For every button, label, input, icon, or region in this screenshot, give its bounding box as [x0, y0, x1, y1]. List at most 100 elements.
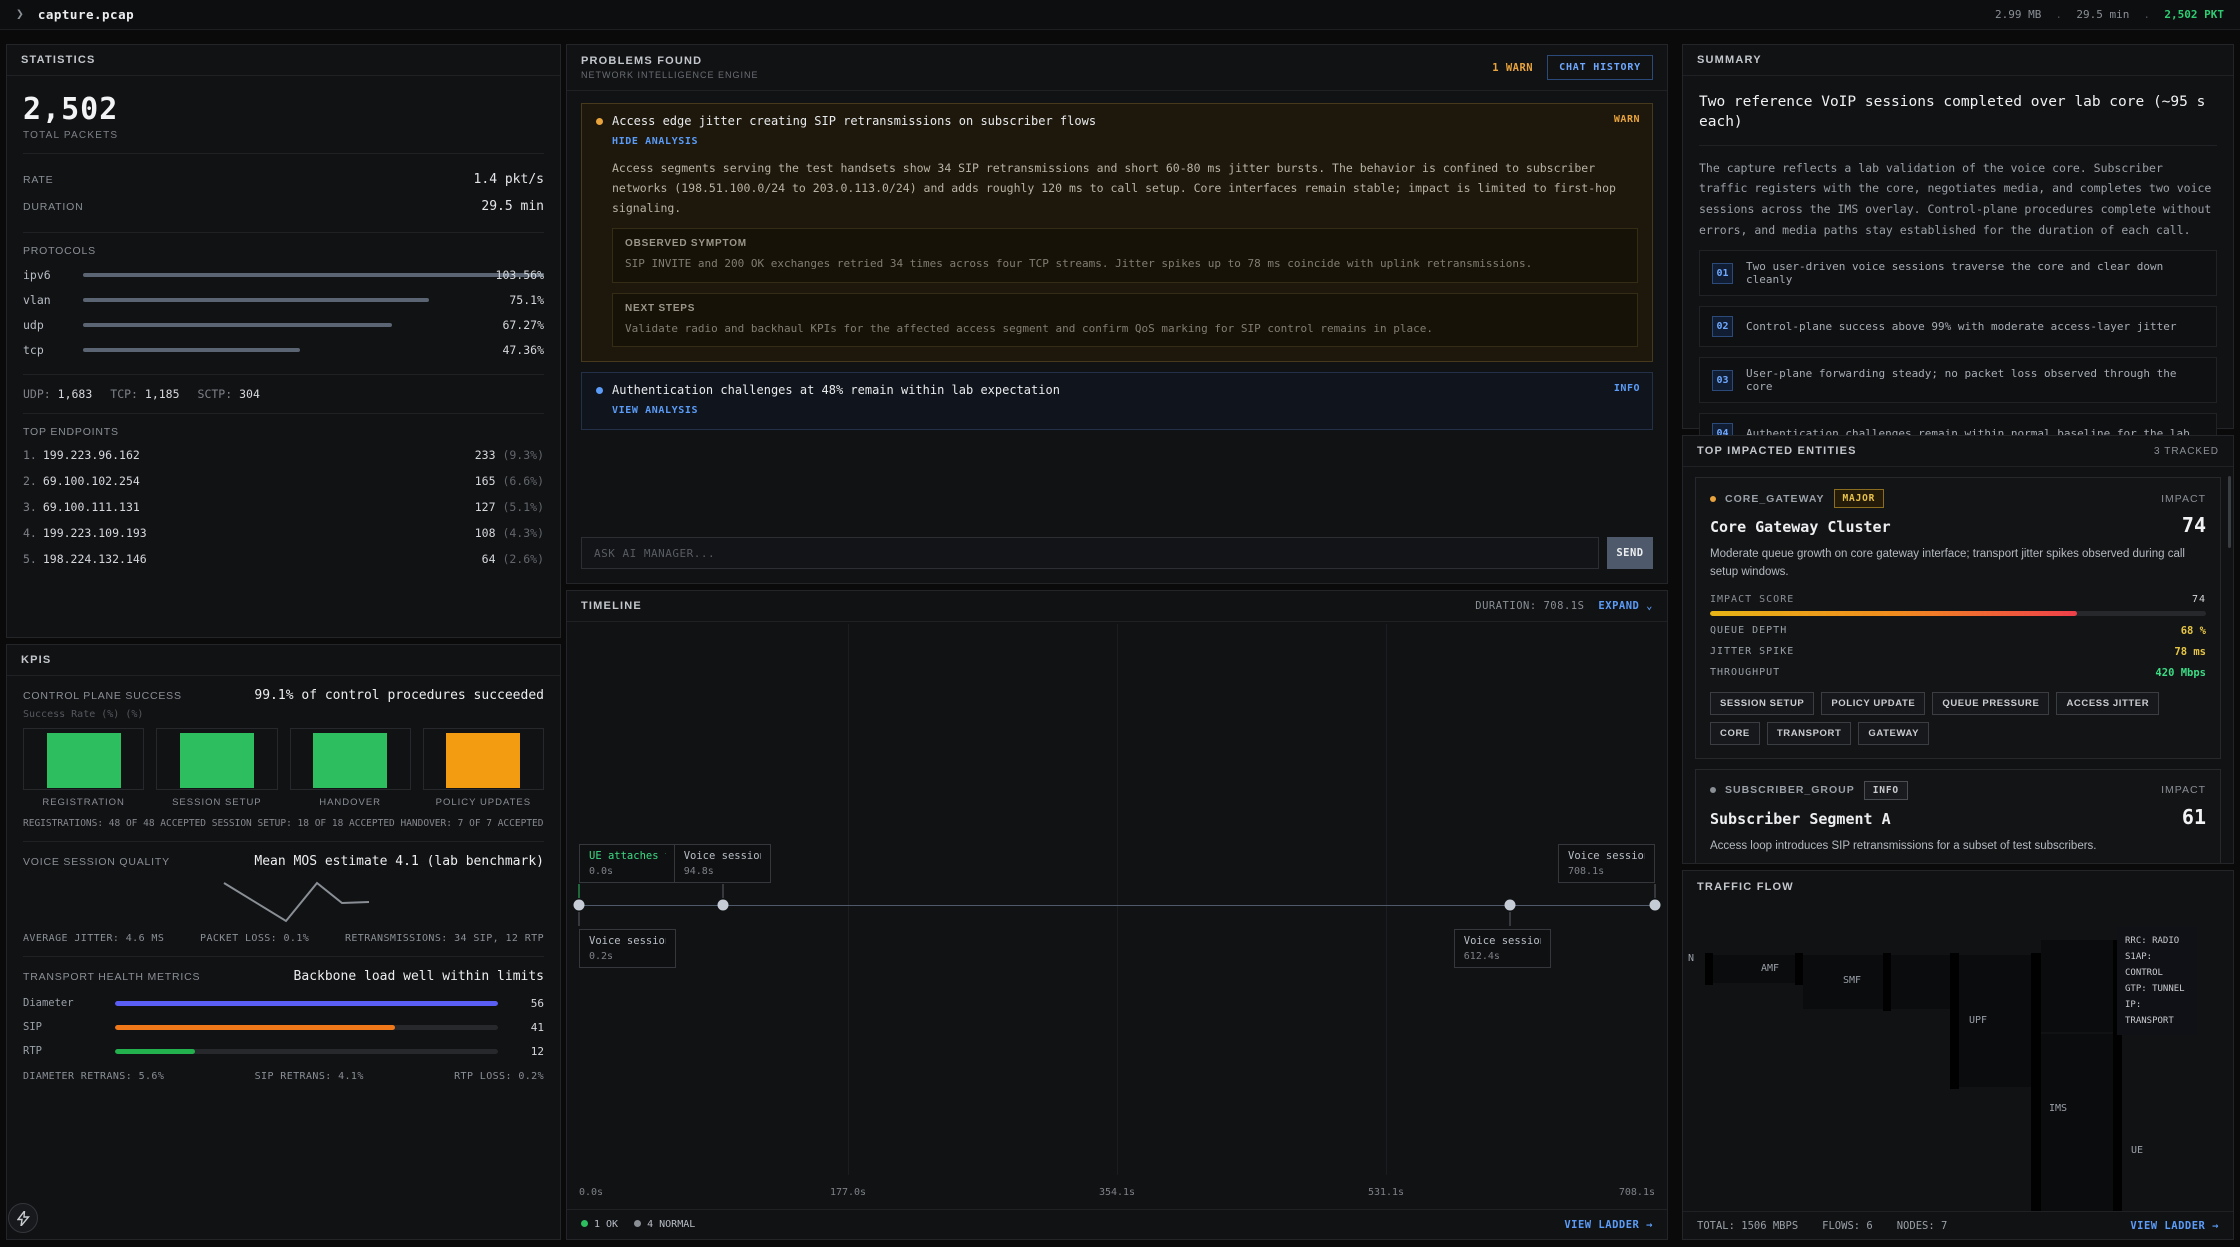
transport-bar-diameter: Diameter 56 [23, 991, 544, 1015]
kpi-bar-chart: REGISTRATION SESSION SETUP HANDOVER POLI… [23, 728, 544, 808]
event-title: Voice session … [1568, 850, 1645, 862]
tick [579, 884, 580, 898]
endpoint-ip: 69.100.102.254 [43, 474, 140, 488]
kpi-bar-handover: HANDOVER [290, 728, 411, 808]
event-title: Voice session … [1464, 935, 1541, 947]
capture-filename: capture.pcap [38, 7, 134, 22]
entity-description: Moderate queue growth on core gateway in… [1710, 546, 2206, 582]
node-label-amf: AMF [1761, 963, 1779, 974]
endpoint-rank: 2. [23, 474, 37, 488]
warn-dot-icon [596, 118, 603, 125]
endpoint-count: 127 [475, 500, 496, 514]
chat-history-button[interactable]: CHAT HISTORY [1547, 55, 1653, 80]
timeline-event[interactable]: Voice session … 94.8s [674, 844, 771, 883]
protocol-name: udp [23, 318, 75, 332]
retransmissions: RETRANSMISSIONS: 34 SIP, 12 RTP [345, 933, 544, 944]
legend-gtp: GTP: TUNNEL [2125, 981, 2189, 997]
timeline-marker[interactable] [1650, 900, 1661, 911]
endpoint-pct: (4.3%) [502, 526, 544, 540]
warn-badge: WARN [1614, 114, 1640, 125]
view-ladder-link[interactable]: VIEW LADDER → [1564, 1219, 1653, 1231]
info-card[interactable]: INFO Authentication challenges at 48% re… [581, 372, 1653, 430]
next-steps-label: NEXT STEPS [625, 303, 1625, 314]
traffic-sankey[interactable]: N AMF SMF UPF IMS UE Policy RRC: RADIO S… [1683, 903, 2233, 1211]
observed-symptom-label: OBSERVED SYMPTOM [625, 238, 1625, 249]
sankey-node [2031, 953, 2041, 1211]
transport-bar-rtp: RTP 12 [23, 1039, 544, 1063]
endpoint-row[interactable]: 1. 199.223.96.162 233 (9.3%) [23, 442, 544, 468]
timeline-plot[interactable]: UE attaches to 0.0s Voice session … 94.8… [579, 624, 1655, 1175]
tag-chip[interactable]: GATEWAY [1858, 722, 1929, 745]
send-button[interactable]: SEND [1607, 537, 1653, 569]
transport-health-headline: Backbone load well within limits [294, 969, 544, 984]
metric-value: 420 Mbps [2155, 667, 2206, 679]
metric-label: JITTER SPIKE [1710, 646, 1794, 658]
ask-ai-input[interactable] [581, 537, 1599, 569]
metric-value: 68 % [2181, 625, 2206, 637]
expand-link[interactable]: EXPAND ⌄ [1598, 600, 1653, 612]
quick-actions-button[interactable] [8, 1203, 38, 1233]
tag-chip[interactable]: TRANSPORT [1767, 722, 1852, 745]
timeline-event[interactable]: UE attaches to 0.0s [579, 844, 676, 883]
tick [723, 884, 724, 898]
endpoint-row[interactable]: 4. 199.223.109.193 108 (4.3%) [23, 520, 544, 546]
bar-value: 56 [498, 997, 544, 1010]
diameter-retrans: DIAMETER RETRANS: 5.6% [23, 1071, 164, 1082]
hide-analysis-link[interactable]: HIDE ANALYSIS [612, 136, 698, 147]
event-title: UE attaches to [589, 850, 666, 862]
file-size: 2.99 MB [1995, 8, 2041, 21]
endpoint-row[interactable]: 2. 69.100.102.254 165 (6.6%) [23, 468, 544, 494]
timeline-event[interactable]: Voice session … 612.4s [1454, 929, 1551, 968]
entity-card-subscriber-group[interactable]: SUBSCRIBER_GROUP INFO IMPACT Subscriber … [1695, 769, 2221, 864]
bar [47, 733, 121, 788]
entity-type: SUBSCRIBER_GROUP [1725, 784, 1855, 796]
tag-chip[interactable]: ACCESS JITTER [2056, 692, 2159, 715]
tag-chip[interactable]: SESSION SETUP [1710, 692, 1814, 715]
problems-title: PROBLEMS FOUND [581, 55, 759, 67]
sankey-node [1883, 953, 1891, 1011]
chevron-right-icon[interactable]: ❯ [16, 7, 24, 22]
tcp-label: TCP: [110, 387, 138, 401]
info-badge: INFO [1614, 383, 1640, 394]
endpoint-row[interactable]: 5. 198.224.132.146 64 (2.6%) [23, 546, 544, 572]
duration-row: DURATION 29.5 min [23, 193, 544, 220]
timeline-marker[interactable] [718, 900, 729, 911]
top-endpoints-label: TOP ENDPOINTS [23, 426, 544, 438]
tag-chip[interactable]: CORE [1710, 722, 1760, 745]
scrollbar-thumb[interactable] [2228, 476, 2231, 548]
view-analysis-link[interactable]: VIEW ANALYSIS [612, 405, 698, 416]
kpis-header: KPIS [7, 645, 560, 676]
entities-title: TOP IMPACTED ENTITIES [1697, 445, 1857, 457]
warning-card[interactable]: WARN Access edge jitter creating SIP ret… [581, 103, 1653, 362]
endpoint-row[interactable]: 3. 69.100.111.131 127 (5.1%) [23, 494, 544, 520]
traffic-nodes: NODES: 7 [1897, 1220, 1948, 1232]
bar-name: Diameter [23, 997, 115, 1009]
tag-chip[interactable]: POLICY UPDATE [1821, 692, 1925, 715]
endpoint-rank: 3. [23, 500, 37, 514]
timeline-event[interactable]: Voice session … 0.2s [579, 929, 676, 968]
timeline-marker[interactable] [574, 900, 585, 911]
sctp-label: SCTP: [198, 387, 233, 401]
axis-tick: 0.0s [579, 1187, 603, 1198]
timeline-marker[interactable] [1504, 900, 1515, 911]
bar [115, 1025, 395, 1030]
entity-card-core-gateway[interactable]: CORE_GATEWAY MAJOR IMPACT Core Gateway C… [1695, 477, 2221, 759]
next-steps-box: NEXT STEPS Validate radio and backhaul K… [612, 293, 1638, 348]
protocol-bar [83, 298, 429, 302]
bar [446, 733, 520, 788]
impact-score-label: IMPACT SCORE [1710, 594, 1794, 605]
info-dot-icon [596, 387, 603, 394]
info-title: Authentication challenges at 48% remain … [612, 383, 1060, 397]
bar-label: POLICY UPDATES [423, 797, 544, 808]
voice-quality-headline: Mean MOS estimate 4.1 (lab benchmark) [254, 854, 544, 869]
tag-chip[interactable]: QUEUE PRESSURE [1932, 692, 2049, 715]
timeline-event[interactable]: Voice session … 708.1s [1558, 844, 1655, 883]
endpoint-pct: (2.6%) [502, 552, 544, 566]
rtp-loss: RTP LOSS: 0.2% [454, 1071, 544, 1082]
bar-value: 41 [498, 1021, 544, 1034]
topbar: ❯ capture.pcap 2.99 MB · 29.5 min · 2,50… [0, 0, 2240, 30]
kpi-bar-session-setup: SESSION SETUP [156, 728, 277, 808]
control-plane-headline: 99.1% of control procedures succeeded [254, 688, 544, 703]
kpi-bar-policy-updates: POLICY UPDATES [423, 728, 544, 808]
view-ladder-link[interactable]: VIEW LADDER → [2130, 1220, 2219, 1232]
